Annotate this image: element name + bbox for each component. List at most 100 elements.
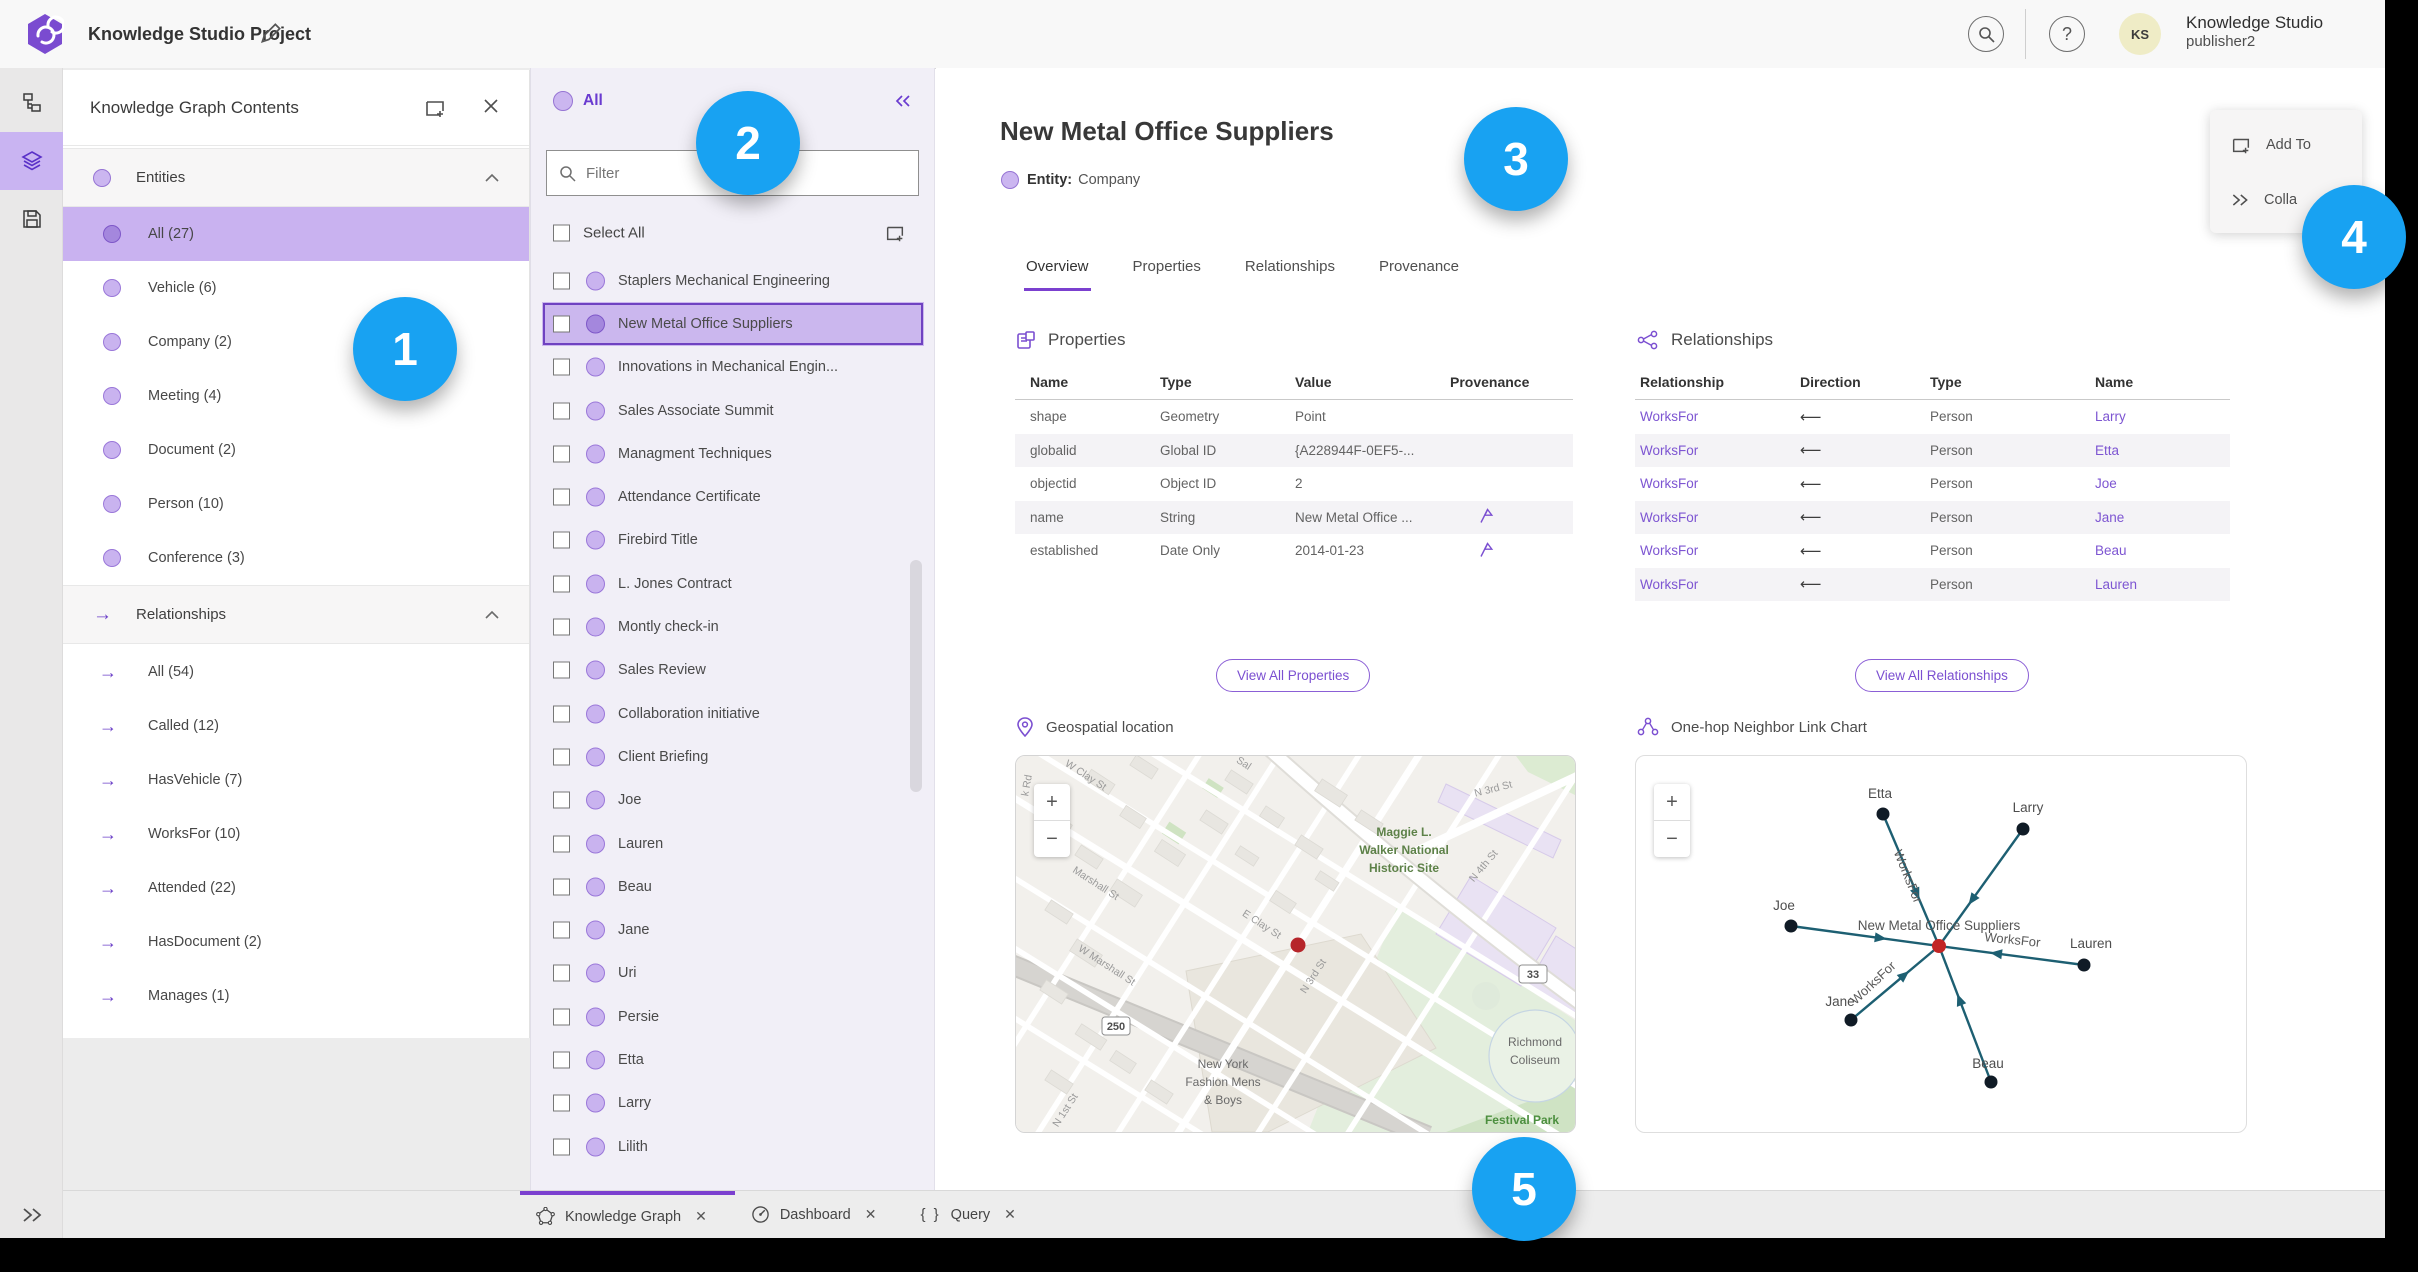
zoom-in-button[interactable]: + [1034,784,1070,820]
relationship-type-item[interactable]: → Manages (1) [63,969,529,1023]
add-to-new-icon[interactable] [423,96,447,120]
item-checkbox[interactable] [553,1138,570,1156]
relationships-section-header[interactable]: → Relationships [63,585,529,644]
item-checkbox[interactable] [553,921,570,939]
graph-item-row[interactable]: Sales Associate Summit [531,389,934,432]
zoom-out-button[interactable]: − [1654,820,1690,857]
avatar[interactable]: KS [2119,13,2161,55]
graph-item-row[interactable]: Lauren [531,822,934,865]
item-checkbox[interactable] [553,1008,570,1026]
link-node-center[interactable] [1932,939,1946,953]
help-button[interactable]: ? [2049,16,2085,52]
link-node[interactable] [1844,1013,1858,1027]
item-checkbox[interactable] [553,315,570,333]
rail-expand-button[interactable] [0,1206,63,1224]
search-button[interactable] [1968,16,2004,52]
user-block[interactable]: Knowledge Studio publisher2 [2186,12,2323,52]
tab-relationships[interactable]: Relationships [1243,258,1337,291]
view-all-relationships-button[interactable]: View All Relationships [1855,659,2029,692]
related-entity-name[interactable]: Jane [2095,501,2230,535]
link-node[interactable] [2016,822,2030,836]
graph-item-row[interactable]: Sales Review [531,649,934,692]
entity-type-item[interactable]: Document (2) [63,423,529,477]
item-checkbox[interactable] [553,575,570,593]
close-tab-icon[interactable]: ✕ [865,1206,877,1223]
select-all-checkbox[interactable] [553,224,570,242]
rail-hierarchy-button[interactable] [0,74,63,132]
graph-item-row[interactable]: Innovations in Mechanical Engin... [531,346,934,389]
item-checkbox[interactable] [553,488,570,506]
item-checkbox[interactable] [553,445,570,463]
item-checkbox[interactable] [553,705,570,723]
graph-item-row[interactable]: Collaboration initiative [531,692,934,735]
relationship-type-item[interactable]: → HasVehicle (7) [63,753,529,807]
entity-type-item[interactable]: Person (10) [63,477,529,531]
item-checkbox[interactable] [553,1051,570,1069]
item-checkbox[interactable] [553,618,570,636]
relationship-type-item[interactable]: → HasDocument (2) [63,915,529,969]
provenance-flag-icon[interactable] [1478,507,1494,524]
item-checkbox[interactable] [553,1094,570,1112]
graph-item-row[interactable]: Client Briefing [531,735,934,778]
graph-item-row[interactable]: Larry [531,1082,934,1125]
view-tab-dashboard[interactable]: Dashboard ✕ [735,1191,905,1238]
item-checkbox[interactable] [553,748,570,766]
close-tab-icon[interactable]: ✕ [1004,1206,1016,1223]
item-checkbox[interactable] [553,791,570,809]
link-node[interactable] [2077,958,2091,972]
double-chevron-left-icon[interactable] [894,94,912,108]
item-checkbox[interactable] [553,402,570,420]
related-entity-name[interactable]: Beau [2095,534,2230,568]
tab-overview[interactable]: Overview [1024,258,1091,291]
relationship-type-item[interactable]: → Attended (22) [63,861,529,915]
link-node[interactable] [1876,807,1890,821]
item-checkbox[interactable] [553,964,570,982]
close-tab-icon[interactable]: ✕ [695,1208,707,1225]
graph-item-row[interactable]: L. Jones Contract [531,562,934,605]
scrollbar-thumb[interactable] [910,560,922,792]
menu-item-add-to[interactable]: Add To [2210,123,2362,167]
relationship-type-item[interactable]: → WorksFor (10) [63,807,529,861]
relationship-type-item[interactable]: → All (54) [63,645,529,699]
relationship-name[interactable]: WorksFor [1635,434,1800,468]
related-entity-name[interactable]: Joe [2095,467,2230,501]
rail-save-button[interactable] [0,190,63,248]
entity-type-item[interactable]: Vehicle (6) [63,261,529,315]
graph-item-row[interactable]: Managment Techniques [531,432,934,475]
relationship-name[interactable]: WorksFor [1635,501,1800,535]
graph-item-row[interactable]: Montly check-in [531,605,934,648]
provenance-flag-icon[interactable] [1478,541,1494,558]
item-checkbox[interactable] [553,835,570,852]
item-checkbox[interactable] [553,661,570,679]
basemap[interactable]: W Clay St Salk RdMarshall StW Marshall St… [1016,756,1575,1132]
zoom-out-button[interactable]: − [1034,820,1070,857]
tab-provenance[interactable]: Provenance [1377,258,1461,291]
view-all-properties-button[interactable]: View All Properties [1216,659,1371,692]
add-to-new-icon[interactable] [884,222,906,244]
relationship-name[interactable]: WorksFor [1635,467,1800,501]
graph-item-row[interactable]: Lilith [531,1125,934,1168]
entities-section-header[interactable]: Entities [63,148,529,207]
related-entity-name[interactable]: Larry [2095,400,2230,434]
relationship-name[interactable]: WorksFor [1635,534,1800,568]
entity-type-item[interactable]: All (27) [63,207,529,261]
link-node[interactable] [1984,1075,1998,1089]
prop-provenance[interactable] [1450,534,1573,568]
entity-type-item[interactable]: Company (2) [63,315,529,369]
item-checkbox[interactable] [553,272,570,290]
graph-item-row[interactable]: Firebird Title [531,519,934,562]
link-chart[interactable]: WorksForWorksForWorksForEttaLarryJoeLaur… [1636,756,2244,1130]
graph-item-row[interactable]: New Metal Office Suppliers [542,302,924,346]
link-edge[interactable] [1944,945,2085,967]
edit-pencil-icon[interactable] [258,20,284,46]
graph-item-row[interactable]: Jane [531,908,934,951]
rail-layers-button[interactable] [0,132,63,190]
link-chart-card[interactable]: + − WorksFor WorksFor WorksFor Etta Larry Joe… [1635,755,2247,1133]
relationship-name[interactable]: WorksFor [1635,400,1800,434]
view-tab-knowledge-graph[interactable]: Knowledge Graph ✕ [520,1191,735,1238]
graph-item-row[interactable]: Uri [531,952,934,995]
graph-item-row[interactable]: Joe [531,779,934,822]
item-checkbox[interactable] [553,358,570,376]
graph-item-row[interactable]: Attendance Certificate [531,475,934,518]
prop-provenance[interactable] [1450,501,1573,535]
